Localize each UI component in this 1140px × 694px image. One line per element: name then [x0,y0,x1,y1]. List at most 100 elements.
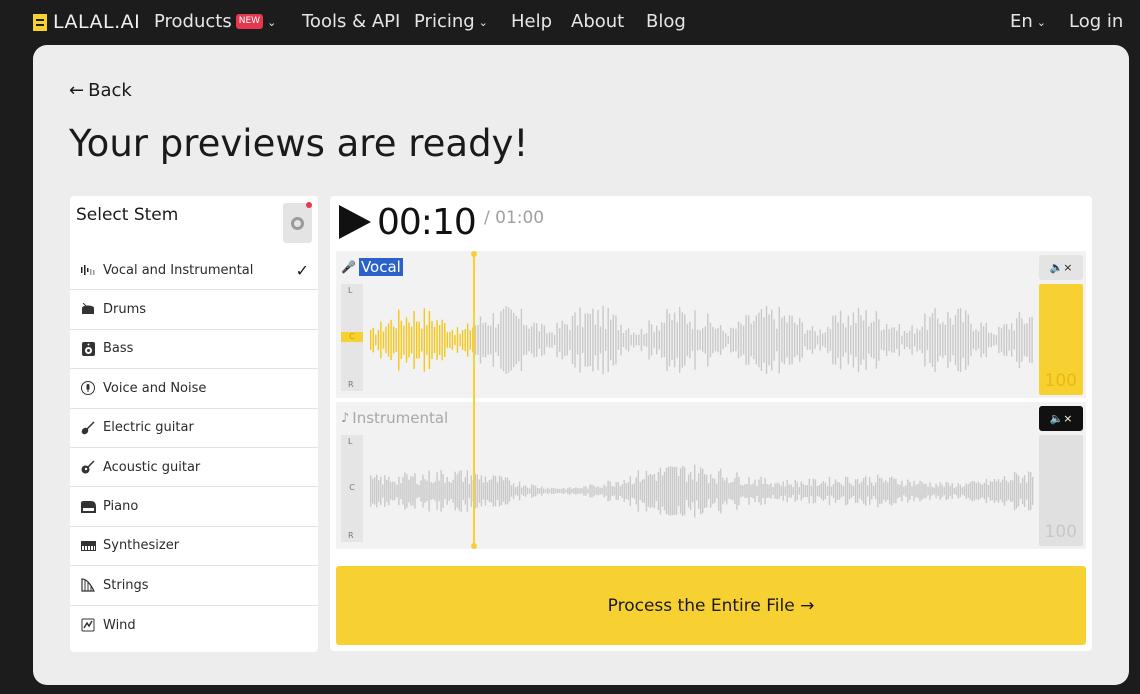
waveform-bar [490,479,493,503]
waveform-bar [737,321,740,359]
stem-item-strings[interactable]: Strings [70,566,318,606]
waveform-bar [822,333,824,347]
stem-item-drums[interactable]: Drums [70,290,318,330]
waveform-bar [748,315,750,365]
logo-icon [33,13,47,31]
waveform-bar [1003,476,1006,506]
volume-slider-vocal[interactable]: 100 [1039,284,1083,395]
stem-item-wind[interactable]: Wind [70,606,318,645]
pan-slider[interactable]: L C R [341,435,363,542]
waveform-bar [400,320,402,359]
waveform-bar [597,309,599,371]
waveform-bar [627,482,629,500]
waveform-bar [512,483,515,499]
waveform-bar [559,328,561,352]
waveform-bar [919,330,921,350]
waveform-bar [649,473,652,509]
nav-help[interactable]: Help [511,11,552,32]
pan-slider[interactable]: L C R [341,284,363,391]
waveform-bar [587,488,589,494]
waveform-bar [436,472,438,510]
mute-button-vocal[interactable]: 🔈× [1039,255,1083,280]
waveform-bar [500,311,502,369]
play-button[interactable] [339,205,371,239]
stem-item-piano[interactable]: Piano [70,487,318,527]
track-name: Vocal [358,258,403,276]
wind-icon [80,617,96,633]
waveform-bar [669,466,672,516]
process-entire-file-button[interactable]: Process the Entire File → [336,566,1086,645]
waveform-bar [504,477,507,505]
waveform-bar [921,326,923,354]
waveform-bar [376,474,378,508]
waveform-bar [698,473,700,509]
pan-right-label: R [348,531,354,540]
nav-products[interactable]: Products NEW ⌄ [154,11,276,32]
playhead[interactable] [471,251,477,549]
speaker-mute-icon: 🔈× [1049,412,1073,425]
waveform-bar [653,473,656,509]
login-link[interactable]: Log in [1069,11,1123,32]
back-label: Back [88,80,132,101]
waveform-bar [661,322,663,358]
waveform-bar [957,483,959,499]
waveform-bar [766,483,768,498]
waveform-bar [431,321,433,359]
waveform-vocal[interactable] [370,284,1034,396]
waveform-bar [857,307,860,373]
stem-item-vocal-instrumental[interactable]: Vocal and Instrumental ✓ [70,251,318,291]
waveform-bar [569,330,571,350]
stem-item-bass[interactable]: Bass [70,330,318,370]
waveform-bar [848,482,851,500]
stem-item-label: Acoustic guitar [103,459,201,475]
settings-button[interactable] [283,203,312,243]
nav-about[interactable]: About [571,11,624,32]
scrollbar[interactable] [1129,44,1140,694]
waveform-bar [370,475,372,507]
language-selector[interactable]: En ⌄ [1010,11,1046,32]
waveform-bar [576,325,579,355]
back-link[interactable]: ← Back [69,80,132,101]
stem-item-acoustic-guitar[interactable]: Acoustic guitar [70,448,318,488]
nav-tools-api[interactable]: Tools & API [302,11,400,32]
waveform-bar [625,330,627,350]
waveform-bar [385,326,387,354]
waveform-bar [567,488,569,494]
waveform-instrumental[interactable] [370,435,1034,547]
waveform-bar [941,484,943,498]
waveform-bar [720,468,722,514]
waveform-bar [834,315,837,365]
stem-item-synthesizer[interactable]: Synthesizer [70,527,318,567]
waveform-bar [513,312,515,368]
waveform-bar [977,331,980,349]
waveform-bar [424,479,426,503]
waveform-bar [945,481,947,501]
mute-button-instrumental[interactable]: 🔈× [1039,406,1083,431]
waveform-bar [824,332,826,348]
stem-item-label: Strings [103,577,149,593]
stem-item-voice-noise[interactable]: Voice and Noise [70,369,318,409]
waveform-bar [490,325,492,355]
waveform-bar [704,326,706,354]
nav-blog[interactable]: Blog [646,11,686,32]
logo[interactable]: LALAL.AI [33,11,140,33]
notification-dot [306,202,312,208]
drum-icon [80,302,96,318]
waveform-bar [675,467,678,515]
waveform-bar [410,326,413,354]
waveform-bar [985,322,987,358]
waveform-bar [707,313,709,367]
stem-item-electric-guitar[interactable]: Electric guitar [70,409,318,448]
waveform-bar [484,322,487,358]
nav-pricing[interactable]: Pricing ⌄ [414,11,488,32]
waveform-bar [893,478,895,504]
waveform-bar [426,325,428,355]
waveform-bar [569,487,571,495]
waveform-bar [492,313,494,367]
waveform-bar [944,324,946,356]
waveform-bar [899,484,901,498]
volume-slider-instrumental[interactable]: 100 [1039,435,1083,546]
waveform-bar [911,325,913,355]
waveform-bar [498,475,501,507]
waveform-bar [686,323,689,357]
